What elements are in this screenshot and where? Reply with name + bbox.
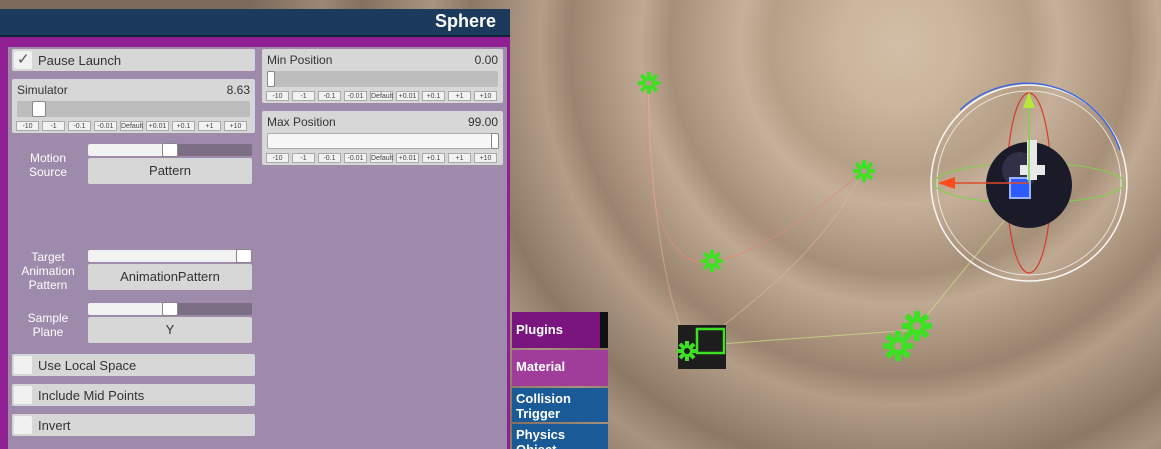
step-button[interactable]: +0.1 <box>172 121 195 131</box>
step-button[interactable]: -0.01 <box>94 121 117 131</box>
rotate-gizmo-icon <box>930 82 1128 282</box>
slider-track[interactable] <box>267 71 498 87</box>
sample-plane-label: Sample Plane <box>27 311 69 339</box>
tab-label: Plugins <box>516 322 563 337</box>
step-button[interactable]: Default <box>370 153 393 163</box>
invert-label: Invert <box>38 418 71 433</box>
step-button[interactable]: +0.01 <box>396 153 419 163</box>
min-position-label: Min Position <box>267 53 333 67</box>
include-mid-points-toggle[interactable]: Include Mid Points <box>12 384 255 406</box>
slider-handle[interactable] <box>236 249 252 263</box>
motion-source-popup[interactable]: Pattern <box>88 158 252 184</box>
slider-fill <box>88 303 170 315</box>
tab-scroll-edge <box>600 312 608 348</box>
slider-track[interactable] <box>267 133 499 149</box>
motion-source-slider[interactable] <box>88 143 252 157</box>
step-button[interactable]: +0.01 <box>396 91 419 101</box>
step-buttons: -10 -1 -0.1 -0.01 Default +0.01 +0.1 +1 +10 <box>266 91 497 101</box>
simulator-value: 8.63 <box>226 83 250 97</box>
max-position-value: 99.00 <box>467 115 498 129</box>
checkbox[interactable]: ✓ <box>14 51 32 69</box>
tab-plugins[interactable]: Plugins <box>512 312 608 348</box>
step-button[interactable]: +0.1 <box>422 153 445 163</box>
step-button[interactable]: -0.01 <box>344 91 367 101</box>
checkbox[interactable] <box>14 356 32 374</box>
checkbox[interactable] <box>14 416 32 434</box>
tab-material[interactable]: Material <box>512 350 608 386</box>
slider-track[interactable] <box>17 101 250 117</box>
motion-source-label: Motion Source <box>28 151 68 179</box>
step-button[interactable]: -1 <box>292 91 315 101</box>
max-position-slider: Max Position 99.00 -10 -1 -0.1 -0.01 Default… <box>262 111 503 165</box>
step-button[interactable]: +1 <box>448 91 471 101</box>
simulator-slider: Simulator 8.63 -10 -1 -0.1 -0.01 Default +0.0… <box>12 79 255 133</box>
step-button[interactable]: +0.01 <box>146 121 169 131</box>
gear-icon[interactable] <box>637 71 661 95</box>
target-animation-pattern-slider[interactable] <box>88 249 252 263</box>
invert-toggle[interactable]: Invert <box>12 414 255 436</box>
use-local-space-toggle[interactable]: Use Local Space <box>12 354 255 376</box>
gear-icon[interactable] <box>852 159 876 183</box>
use-local-space-label: Use Local Space <box>38 358 137 373</box>
tab-label: Material <box>516 359 566 374</box>
panel-title: Sphere <box>434 11 496 31</box>
step-button[interactable]: Default <box>370 91 393 101</box>
step-buttons: -10 -1 -0.1 -0.01 Default +0.01 +0.1 +1 +10 <box>16 121 247 131</box>
gear-icon[interactable] <box>882 330 914 362</box>
gear-icon[interactable] <box>676 340 698 362</box>
step-button[interactable]: -0.1 <box>318 153 341 163</box>
step-button[interactable]: +10 <box>224 121 247 131</box>
slider-knob[interactable] <box>267 71 275 87</box>
step-button[interactable]: -10 <box>266 91 289 101</box>
sample-plane-popup[interactable]: Y <box>88 317 252 343</box>
step-button[interactable]: -0.1 <box>318 91 341 101</box>
slider-knob[interactable] <box>32 101 47 117</box>
slider-handle[interactable] <box>162 302 178 316</box>
step-button[interactable]: -10 <box>266 153 289 163</box>
tab-label: Collision Trigger <box>516 391 571 421</box>
inspector-panel: Sphere ✓ Pause Launch Simulator 8.63 -10… <box>0 9 510 449</box>
panel-body: ✓ Pause Launch Simulator 8.63 -10 -1 -0.1-… <box>8 47 507 449</box>
tab-label: Physics Object <box>516 427 566 449</box>
min-position-value: 0.00 <box>474 53 498 67</box>
step-button[interactable]: +0.1 <box>422 91 445 101</box>
step-button[interactable]: -1 <box>292 153 315 163</box>
panel-header: Sphere <box>0 9 510 37</box>
slider-fill <box>88 144 170 156</box>
step-button[interactable]: -1 <box>42 121 65 131</box>
slider-fill <box>88 250 252 262</box>
step-button[interactable]: +10 <box>474 91 497 101</box>
slider-handle[interactable] <box>162 143 178 157</box>
checkbox[interactable] <box>14 386 32 404</box>
slider-knob[interactable] <box>491 133 499 149</box>
step-button[interactable]: Default <box>120 121 143 131</box>
target-animation-pattern-label: Target Animation Pattern <box>21 250 75 292</box>
pause-launch-label: Pause Launch <box>38 53 122 68</box>
include-mid-points-label: Include Mid Points <box>38 388 145 403</box>
checkmark-icon: ✓ <box>17 51 30 68</box>
step-button[interactable]: -0.1 <box>68 121 91 131</box>
step-button[interactable]: -10 <box>16 121 39 131</box>
step-button[interactable]: +1 <box>448 153 471 163</box>
step-button[interactable]: +10 <box>474 153 497 163</box>
max-position-label: Max Position <box>267 115 336 129</box>
tab-physics-object[interactable]: Physics Object <box>512 424 608 449</box>
gear-icon[interactable] <box>700 249 724 273</box>
step-button[interactable]: +1 <box>198 121 221 131</box>
simulator-label: Simulator <box>17 83 68 97</box>
pause-launch-toggle[interactable]: ✓ Pause Launch <box>12 49 255 71</box>
sample-plane-slider[interactable] <box>88 302 252 316</box>
target-animation-pattern-popup[interactable]: AnimationPattern <box>88 264 252 290</box>
step-button[interactable]: -0.01 <box>344 153 367 163</box>
tab-collision-trigger[interactable]: Collision Trigger <box>512 388 608 422</box>
step-buttons: -10 -1 -0.1 -0.01 Default +0.01 +0.1 +1 +10 <box>266 153 497 163</box>
min-position-slider: Min Position 0.00 -10 -1 -0.1 -0.01 Default +… <box>262 49 503 103</box>
